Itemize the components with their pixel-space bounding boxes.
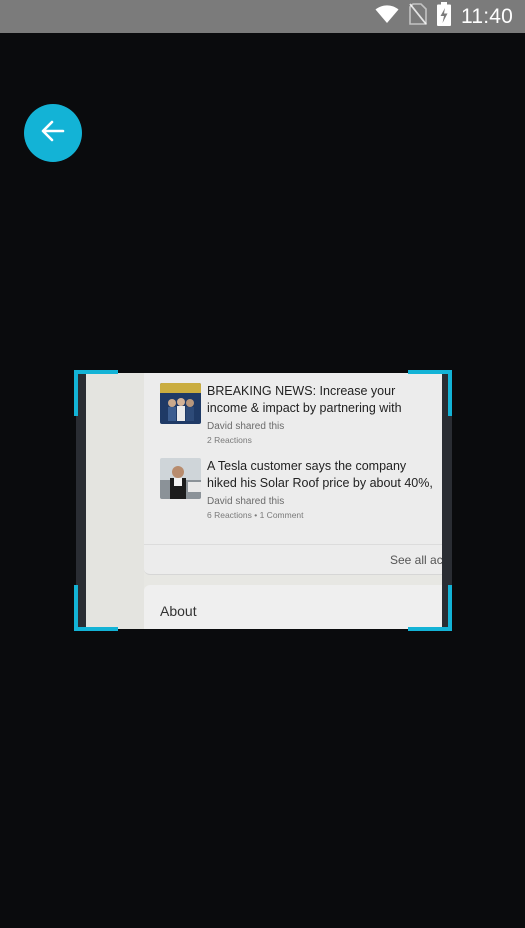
post-reactions: 2 Reactions bbox=[207, 435, 252, 445]
no-sim-icon bbox=[409, 3, 427, 30]
crop-handle-bottom-left-vertical[interactable] bbox=[74, 585, 78, 631]
crop-handle-top-right-vertical[interactable] bbox=[448, 370, 452, 416]
post-shared-by: David shared this bbox=[207, 421, 285, 432]
crop-handle-top-left[interactable] bbox=[74, 370, 118, 374]
crop-handle-bottom-right[interactable] bbox=[408, 627, 452, 631]
crop-preview[interactable]: BREAKING NEWS: Increase your income & im… bbox=[76, 373, 452, 629]
post-title: BREAKING NEWS: Increase your income & im… bbox=[207, 384, 402, 415]
left-rail bbox=[86, 373, 144, 629]
screenshot-preview: BREAKING NEWS: Increase your income & im… bbox=[86, 373, 442, 629]
crop-handle-bottom-left[interactable] bbox=[74, 627, 118, 631]
post-title: A Tesla customer says the company hiked … bbox=[207, 459, 433, 490]
about-heading: About bbox=[160, 603, 197, 619]
post-thumbnail bbox=[160, 383, 201, 424]
crop-handle-top-right[interactable] bbox=[408, 370, 452, 374]
status-bar: 11:40 bbox=[0, 0, 525, 33]
crop-handle-bottom-right-vertical[interactable] bbox=[448, 585, 452, 631]
back-button[interactable] bbox=[24, 104, 82, 162]
arrow-left-icon bbox=[40, 118, 66, 149]
post-shared-by: David shared this bbox=[207, 496, 285, 507]
status-time: 11:40 bbox=[461, 4, 513, 28]
battery-charging-icon bbox=[437, 2, 451, 31]
see-all-activity-link[interactable]: See all ac bbox=[390, 553, 442, 567]
post-reactions: 6 Reactions • 1 Comment bbox=[207, 510, 304, 520]
status-icons: 11:40 bbox=[375, 0, 513, 33]
screen: BREAKING NEWS: Increase your income & im… bbox=[0, 33, 525, 928]
about-card: About bbox=[144, 585, 442, 629]
post-thumbnail bbox=[160, 458, 201, 499]
wifi-icon bbox=[375, 4, 399, 29]
divider bbox=[144, 544, 442, 545]
activity-card: BREAKING NEWS: Increase your income & im… bbox=[144, 373, 442, 575]
crop-handle-top-left-vertical[interactable] bbox=[74, 370, 78, 416]
